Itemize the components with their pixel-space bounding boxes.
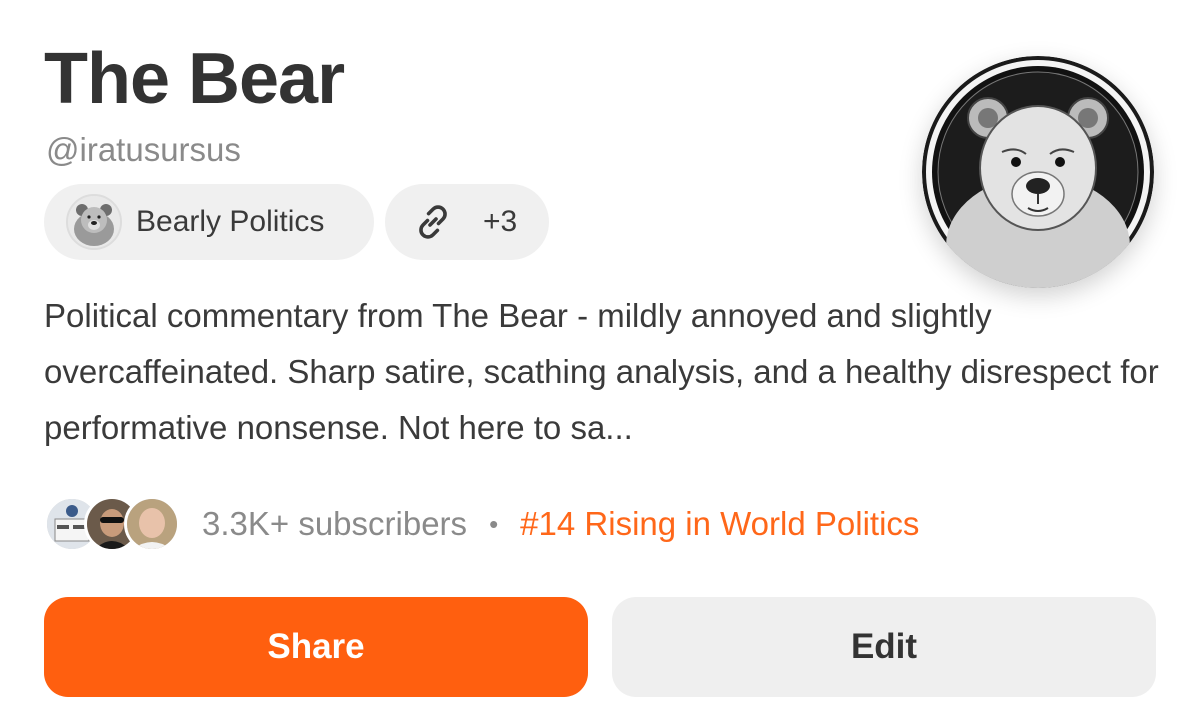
publication-name: Bearly Politics: [136, 205, 325, 238]
subscriber-count: 3.3K+ subscribers: [202, 505, 468, 542]
profile-avatar[interactable]: [922, 56, 1154, 288]
stats-separator: •: [489, 508, 499, 539]
edit-button[interactable]: Edit: [612, 597, 1156, 697]
links-pill[interactable]: +3: [385, 184, 549, 260]
subscriber-avatar: [124, 496, 180, 552]
share-button[interactable]: Share: [44, 597, 588, 697]
profile-bio: Political commentary from The Bear - mil…: [44, 297, 1159, 446]
links-count: +3: [483, 205, 518, 238]
profile-name: The Bear: [44, 39, 345, 119]
bear-avatar-icon: [66, 194, 122, 250]
link-icon: [411, 200, 455, 244]
ranking-link[interactable]: #14 Rising in World Politics: [520, 505, 919, 543]
subscriber-stats: 3.3K+ subscribers • #14 Rising in World …: [44, 494, 919, 554]
publication-pill[interactable]: Bearly Politics: [44, 184, 374, 260]
profile-handle: @iratusursus: [46, 131, 241, 168]
